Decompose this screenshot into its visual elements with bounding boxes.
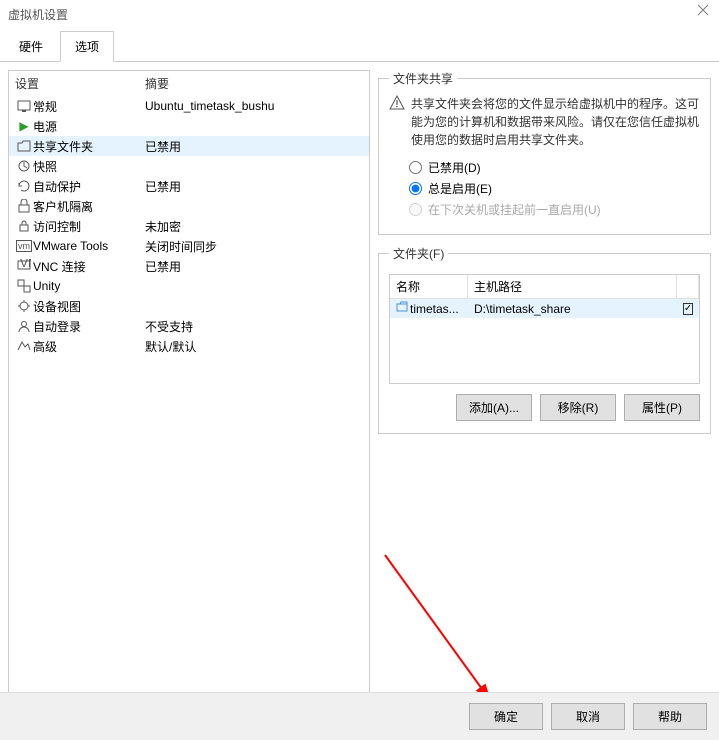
folders-header: 名称 主机路径 [390, 275, 699, 299]
settings-list: 设置 摘要 常规Ubuntu_timetask_bushu▶电源共享文件夹已禁用… [8, 70, 370, 694]
list-item-shared-folders[interactable]: 共享文件夹已禁用 [9, 136, 369, 156]
folder-path: D:\timetask_share [468, 300, 677, 318]
item-label: 设备视图 [33, 298, 145, 315]
add-button[interactable]: 添加(A)... [456, 394, 532, 421]
warning-icon [389, 95, 405, 111]
radio-always[interactable]: 总是启用(E) [409, 180, 700, 197]
item-label: 高级 [33, 338, 145, 355]
folder-name: timetas... [410, 302, 459, 316]
list-item-advanced[interactable]: 高级默认/默认 [9, 336, 369, 356]
folders-legend: 文件夹(F) [389, 245, 448, 262]
item-label: 快照 [33, 158, 145, 175]
item-summary: 未加密 [145, 218, 363, 235]
folders-table[interactable]: 名称 主机路径 timetas... D:\timetask_share ✓ [389, 274, 700, 384]
svg-text:VNC: VNC [20, 259, 31, 270]
item-summary: Ubuntu_timetask_bushu [145, 99, 363, 113]
autologin-icon [15, 319, 33, 333]
list-item-unity[interactable]: Unity [9, 276, 369, 296]
list-item-vnc[interactable]: VNCVNC 连接已禁用 [9, 256, 369, 276]
item-label: VMware Tools [33, 239, 145, 253]
vnc-icon: VNC [15, 259, 33, 273]
item-label: 自动保护 [33, 178, 145, 195]
advanced-icon [15, 339, 33, 353]
item-summary: 已禁用 [145, 178, 363, 195]
vmware-tools-icon: vm [15, 240, 33, 252]
access-control-icon [15, 219, 33, 233]
list-item-appliance-view[interactable]: 设备视图 [9, 296, 369, 316]
item-label: 电源 [33, 118, 145, 135]
item-label: 客户机隔离 [33, 198, 145, 215]
col-name[interactable]: 名称 [390, 275, 468, 298]
list-item-autoprotect[interactable]: 自动保护已禁用 [9, 176, 369, 196]
col-check [677, 275, 699, 298]
folder-icon [396, 301, 408, 316]
header-setting: 设置 [15, 75, 145, 92]
item-summary: 已禁用 [145, 138, 363, 155]
snapshots-icon [15, 159, 33, 173]
item-summary: 已禁用 [145, 258, 363, 275]
tab-options[interactable]: 选项 [60, 31, 114, 62]
cancel-button[interactable]: 取消 [551, 703, 625, 730]
folders-group: 文件夹(F) 名称 主机路径 timetas... D:\timetask_sh… [378, 245, 711, 434]
tab-strip: 硬件 选项 [0, 30, 719, 62]
header-summary: 摘要 [145, 75, 169, 92]
radio-until-input [409, 203, 422, 216]
properties-button[interactable]: 属性(P) [624, 394, 700, 421]
list-item-guest-isolation[interactable]: 客户机隔离 [9, 196, 369, 216]
tab-hardware[interactable]: 硬件 [4, 31, 58, 62]
titlebar: 虚拟机设置 [0, 0, 719, 28]
list-item-power[interactable]: ▶电源 [9, 116, 369, 136]
list-item-access-control[interactable]: 访问控制未加密 [9, 216, 369, 236]
shared-folders-icon [15, 139, 33, 153]
list-item-general[interactable]: 常规Ubuntu_timetask_bushu [9, 96, 369, 116]
radio-disabled-input[interactable] [409, 161, 422, 174]
list-item-autologin[interactable]: 自动登录不受支持 [9, 316, 369, 336]
item-label: 访问控制 [33, 218, 145, 235]
guest-isolation-icon [15, 199, 33, 213]
autoprotect-icon [15, 179, 33, 193]
item-label: VNC 连接 [33, 258, 145, 275]
close-icon[interactable] [695, 2, 711, 18]
window-title: 虚拟机设置 [8, 6, 68, 23]
unity-icon [15, 279, 33, 293]
item-label: 共享文件夹 [33, 138, 145, 155]
radio-always-input[interactable] [409, 182, 422, 195]
item-label: 常规 [33, 98, 145, 115]
item-summary: 不受支持 [145, 318, 363, 335]
general-icon [15, 99, 33, 113]
item-label: Unity [33, 279, 145, 293]
appliance-view-icon [15, 299, 33, 313]
col-host[interactable]: 主机路径 [468, 275, 677, 298]
dialog-footer: 确定 取消 帮助 [0, 692, 719, 740]
list-item-snapshots[interactable]: 快照 [9, 156, 369, 176]
share-warning: 共享文件夹会将您的文件显示给虚拟机中的程序。这可能为您的计算机和数据带来风险。请… [411, 95, 700, 149]
share-legend: 文件夹共享 [389, 70, 457, 87]
list-item-vmware-tools[interactable]: vmVMware Tools关闭时间同步 [9, 236, 369, 256]
help-button[interactable]: 帮助 [633, 703, 707, 730]
item-summary: 关闭时间同步 [145, 238, 363, 255]
item-label: 自动登录 [33, 318, 145, 335]
power-icon: ▶ [15, 119, 33, 133]
folder-enabled-checkbox[interactable]: ✓ [683, 303, 693, 315]
item-summary: 默认/默认 [145, 338, 363, 355]
share-group: 文件夹共享 共享文件夹会将您的文件显示给虚拟机中的程序。这可能为您的计算机和数据… [378, 70, 711, 235]
table-row[interactable]: timetas... D:\timetask_share ✓ [390, 299, 699, 318]
ok-button[interactable]: 确定 [469, 703, 543, 730]
radio-disabled[interactable]: 已禁用(D) [409, 159, 700, 176]
radio-until: 在下次关机或挂起前一直启用(U) [409, 201, 700, 218]
remove-button[interactable]: 移除(R) [540, 394, 616, 421]
list-header: 设置 摘要 [9, 71, 369, 96]
